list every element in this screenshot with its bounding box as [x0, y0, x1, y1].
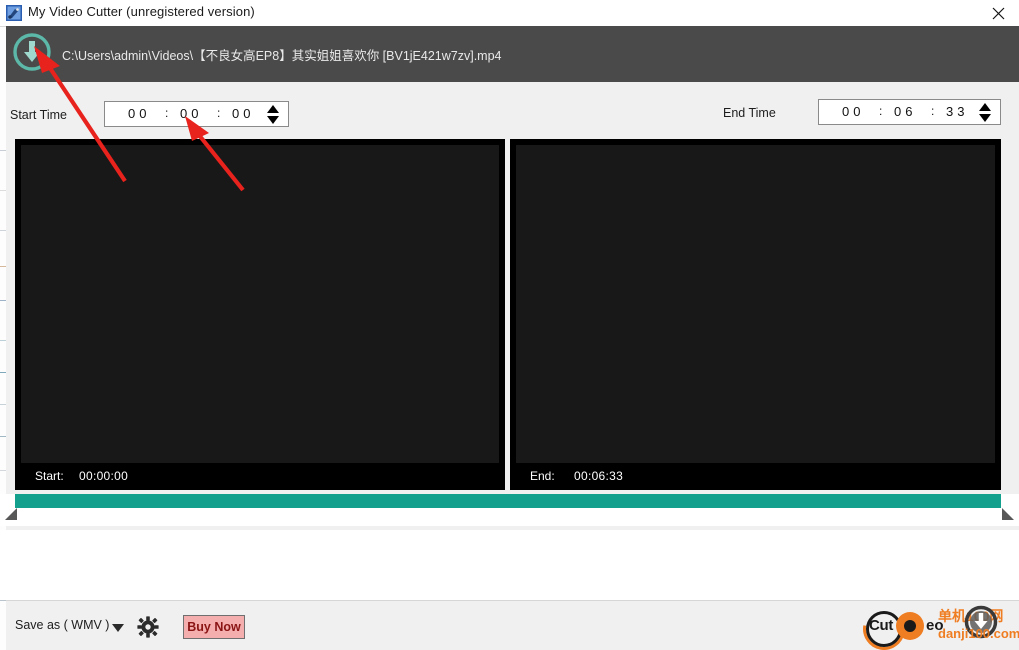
save-as-format-label[interactable]: Save as ( WMV ) [15, 618, 109, 632]
end-time-input[interactable]: 00 : 06 : 33 [818, 99, 1001, 125]
file-path-text: C:\Users\admin\Videos\【不良女高EP8】其实姐姐喜欢你 [… [62, 49, 502, 63]
close-button[interactable] [977, 0, 1019, 26]
end-timecode-bar: End: 00:06:33 [510, 464, 1001, 490]
application-window: My Video Cutter (unregistered version) C… [0, 0, 1019, 650]
gear-icon[interactable] [137, 616, 159, 638]
title-bar: My Video Cutter (unregistered version) [0, 0, 1019, 27]
end-hours[interactable]: 00 [842, 104, 864, 119]
end-preview-pane[interactable]: End: 00:06:33 [510, 139, 1001, 490]
download-circle-icon [10, 33, 54, 78]
end-separator-1: : [879, 104, 883, 118]
site-watermark: 单机100网 danji100.com [938, 605, 1019, 646]
end-minutes[interactable]: 06 [894, 104, 916, 119]
chevron-down-icon[interactable] [112, 624, 124, 632]
start-timecode-label: Start: [35, 469, 64, 483]
trim-timeline [0, 494, 1019, 526]
start-minutes[interactable]: 00 [180, 106, 202, 121]
start-timecode-value: 00:00:00 [79, 469, 129, 483]
file-header-bar: C:\Users\admin\Videos\【不良女高EP8】其实姐姐喜欢你 [… [6, 26, 1019, 82]
start-seconds[interactable]: 00 [232, 106, 254, 121]
spinner-updown-icon[interactable] [979, 103, 992, 122]
end-video-surface[interactable] [516, 145, 995, 463]
start-video-surface[interactable] [21, 145, 499, 463]
trim-handle-left-icon[interactable] [5, 508, 17, 520]
end-timecode-value: 00:06:33 [574, 469, 624, 483]
start-timecode-bar: Start: 00:00:00 [15, 464, 505, 490]
start-separator-1: : [165, 106, 169, 120]
page-title: My Video Cutter (unregistered version) [28, 4, 255, 19]
start-preview-pane[interactable]: Start: 00:00:00 [15, 139, 505, 490]
watermark-domain-text: danji100.com [938, 626, 1019, 641]
start-hours[interactable]: 00 [128, 106, 150, 121]
trim-selection-bar[interactable] [15, 494, 1001, 508]
end-timecode-label: End: [530, 469, 555, 483]
close-icon [992, 7, 1005, 20]
end-separator-2: : [931, 104, 935, 118]
buy-now-button[interactable]: Buy Now [183, 615, 245, 639]
trim-handle-right-icon[interactable] [1002, 508, 1014, 520]
video-cutter-app-icon [6, 5, 22, 21]
spinner-updown-icon[interactable] [267, 105, 280, 124]
logo-text-cut: Cut [869, 617, 894, 634]
start-time-input[interactable]: 00 : 00 : 00 [104, 101, 289, 127]
end-time-label: End Time [723, 106, 776, 120]
start-separator-2: : [217, 106, 221, 120]
open-file-button[interactable] [10, 30, 54, 74]
end-seconds[interactable]: 33 [946, 104, 968, 119]
media-info-panel: Filename: 【不良女高EP8】其实姐姐喜欢你 [BV1jE421w7zv… [0, 530, 1019, 600]
logo-disc-hole-icon [904, 620, 916, 632]
start-time-label: Start Time [10, 108, 67, 122]
